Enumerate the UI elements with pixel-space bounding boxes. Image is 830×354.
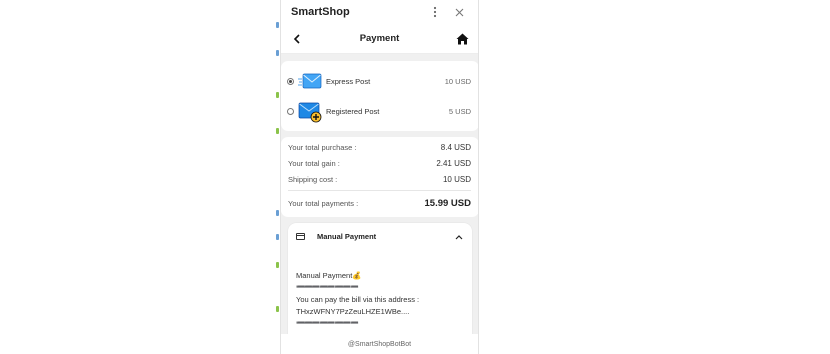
- credit-card-icon: [296, 233, 305, 240]
- payment-instruction: You can pay the bill via this address :: [296, 295, 420, 304]
- payment-method-title: Manual Payment: [317, 232, 377, 241]
- bot-footer: @SmartShopBotBot: [281, 334, 478, 354]
- summary-value: 8.4 USD: [440, 143, 471, 152]
- summary-label: Shipping cost :: [288, 175, 338, 184]
- payment-body-title: Manual Payment💰: [296, 271, 362, 280]
- shipping-option-express[interactable]: Express Post 10 USD: [287, 66, 471, 96]
- envelope-add-icon: [298, 101, 322, 123]
- home-icon[interactable]: [454, 31, 470, 47]
- radio-button-registered[interactable]: [287, 107, 294, 115]
- summary-row-purchase: Your total purchase : 8.4 USD: [288, 143, 471, 152]
- smartshop-window: SmartShop Payment Express Post 10 USD Re…: [280, 0, 479, 354]
- payment-method-card: Manual Payment Manual Payment💰 ➖➖➖➖➖➖➖➖ …: [288, 223, 472, 348]
- payment-method-header[interactable]: Manual Payment: [288, 223, 472, 250]
- chevron-up-icon[interactable]: [455, 233, 463, 241]
- summary-label: Your total payments :: [288, 199, 359, 208]
- page-title: Payment: [359, 33, 400, 44]
- radio-button-express[interactable]: [287, 77, 294, 85]
- shipping-option-price: 5 USD: [448, 106, 471, 116]
- page-navbar: Payment: [281, 24, 478, 54]
- shipping-option-name: Registered Post: [326, 106, 380, 116]
- summary-label: Your total gain :: [288, 159, 340, 168]
- shipping-option-price: 10 USD: [444, 76, 471, 86]
- divider-dashes: ➖➖➖➖➖➖➖➖: [296, 284, 359, 291]
- chevron-left-icon[interactable]: [289, 31, 305, 47]
- shipping-option-name: Express Post: [326, 76, 371, 86]
- envelope-fast-icon: [298, 71, 322, 91]
- summary-divider: [288, 190, 471, 191]
- total-value: 15.99 USD: [424, 198, 471, 209]
- more-vertical-icon[interactable]: [426, 3, 444, 21]
- window-titlebar: SmartShop: [281, 0, 478, 24]
- summary-row-gain: Your total gain : 2.41 USD: [288, 159, 471, 168]
- shipping-option-registered[interactable]: Registered Post 5 USD: [287, 96, 471, 126]
- payment-details: Manual Payment💰 ➖➖➖➖➖➖➖➖ You can pay the…: [288, 250, 472, 330]
- shipping-options-card: Express Post 10 USD Registered Post 5 US…: [281, 61, 478, 131]
- footer-text[interactable]: @SmartShopBotBot: [348, 341, 411, 348]
- summary-row-total: Your total payments : 15.99 USD: [288, 198, 471, 209]
- order-summary-card: Your total purchase : 8.4 USD Your total…: [281, 137, 478, 217]
- summary-label: Your total purchase :: [288, 143, 357, 152]
- summary-value: 2.41 USD: [436, 159, 471, 168]
- window-title: SmartShop: [291, 6, 350, 18]
- summary-value: 10 USD: [442, 175, 471, 184]
- payment-address[interactable]: THxzWFNY7PzZeuLHZE1WBe....: [296, 306, 464, 318]
- divider-dashes-bottom: ➖➖➖➖➖➖➖➖: [296, 320, 359, 327]
- close-icon[interactable]: [450, 3, 468, 21]
- summary-row-shipping: Shipping cost : 10 USD: [288, 175, 471, 184]
